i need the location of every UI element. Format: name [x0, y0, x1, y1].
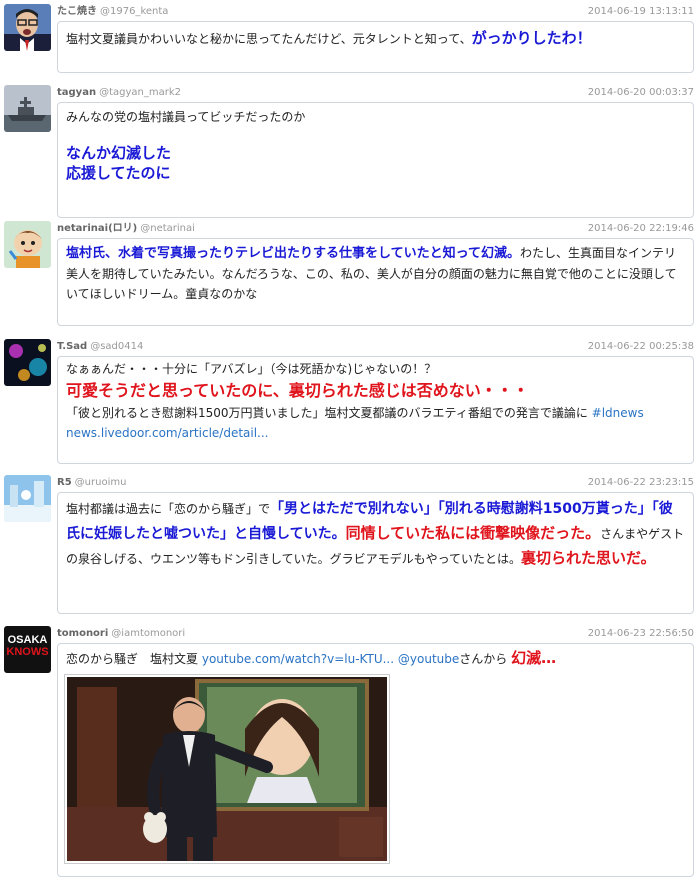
user-name[interactable]: tomonori — [57, 628, 108, 639]
tweet-text-line1: なぁぁんだ・・・十分に「アバズレ」（今は死語かな)じゃないの！？ — [66, 362, 437, 376]
tweet-emphasis: がっかりしたわ！ — [471, 29, 592, 47]
avatar-logo-line1: OSAKA — [7, 634, 48, 646]
tweet-text-line3: 「彼と別れるとき慰謝料1500万円貰いました」塩村文夏都議のバラエティ番組での発… — [66, 406, 588, 420]
tweet-text: 塩村文夏議員かわいいなと秘かに思ってたんだけど、元タレントと知って、 — [66, 32, 472, 46]
tweet-body: みんなの党の塩村議員ってビッチだったのか なんか幻滅した 応援してたのに — [57, 102, 694, 218]
tv-show-screenshot — [67, 677, 387, 861]
timestamp[interactable]: 2014-06-22 00:25:38 — [588, 340, 694, 354]
tweet-meta: T.Sad @sad0414 2014-06-22 00:25:38 — [57, 340, 694, 354]
user-name[interactable]: R5 — [57, 477, 72, 488]
tweet-meta: たこ焼き @1976_kenta 2014-06-19 13:13:11 — [57, 5, 694, 19]
tweet-meta: netarinai(ロリ) @netarinai 2014-06-20 22:19… — [57, 222, 694, 236]
user-handle[interactable]: @1976_kenta — [100, 6, 168, 17]
timestamp[interactable]: 2014-06-23 22:56:50 — [588, 627, 694, 641]
user-handle[interactable]: @iamtomonori — [111, 628, 185, 639]
tweet-emphasis: 幻滅… — [511, 649, 557, 667]
youtube-link[interactable]: youtube.com/watch?v=lu-KTU... — [202, 652, 394, 666]
tweet-body: 塩村文夏議員かわいいなと秘かに思ってたんだけど、元タレントと知って、がっかりした… — [57, 21, 694, 73]
user-name[interactable]: tagyan — [57, 87, 96, 98]
tweet-text-part1: 塩村都議は過去に「恋のから騒ぎ」で — [66, 502, 271, 516]
avatar-logo-text: OSAKA KNOWS — [4, 634, 51, 658]
user-handle[interactable]: @sad0414 — [90, 341, 143, 352]
user-name[interactable]: T.Sad — [57, 341, 87, 352]
tweet-meta: R5 @uruoimu 2014-06-22 23:23:15 — [57, 476, 694, 490]
tweet-text-part1: 恋のから騒ぎ 塩村文夏 — [66, 652, 199, 666]
tweet-body: 恋のから騒ぎ 塩村文夏 youtube.com/watch?v=lu-KTU..… — [57, 643, 694, 877]
tweet-text-line3: 応援してたのに — [66, 164, 171, 182]
hashtag-link[interactable]: #ldnews — [592, 406, 644, 420]
tweet-emphasis-red-1: 同情していた私には衝撃映像だった。 — [345, 524, 601, 542]
article-link[interactable]: news.livedoor.com/article/detail... — [66, 423, 685, 443]
tweet-emphasis: 塩村氏、水着で写真撮ったりテレビ出たりする仕事をしていたと知って幻滅。 — [66, 246, 520, 261]
tweet-meta: tagyan @tagyan_mark2 2014-06-20 00:03:37 — [57, 86, 694, 100]
user-name[interactable]: たこ焼き — [57, 6, 97, 17]
avatar-osaka-knows[interactable]: OSAKA KNOWS — [4, 626, 51, 673]
tweet-body: なぁぁんだ・・・十分に「アバズレ」（今は死語かな)じゃないの！？ 可愛そうだと思… — [57, 356, 694, 464]
tweet-image[interactable] — [64, 674, 390, 864]
timestamp[interactable]: 2014-06-20 00:03:37 — [588, 86, 694, 100]
user-handle[interactable]: @tagyan_mark2 — [99, 87, 181, 98]
avatar-man-glasses[interactable] — [4, 4, 51, 51]
tweet-text-line2: なんか幻滅した — [66, 144, 172, 162]
mention-link[interactable]: @youtube — [398, 652, 459, 666]
tweet-emphasis-red-2: 裏切られた思いだ。 — [521, 549, 656, 567]
tweet-body: 塩村氏、水着で写真撮ったりテレビ出たりする仕事をしていたと知って幻滅。わたし、生… — [57, 238, 694, 326]
timestamp[interactable]: 2014-06-22 23:23:15 — [588, 476, 694, 490]
tweet-text-line1: みんなの党の塩村議員ってビッチだったのか — [66, 110, 306, 124]
timestamp[interactable]: 2014-06-20 22:19:46 — [588, 222, 694, 236]
tweet-text-part2: さんから — [459, 652, 508, 666]
user-name[interactable]: netarinai(ロリ) — [57, 223, 137, 234]
avatar-cartoon-boy[interactable] — [4, 221, 51, 268]
timestamp[interactable]: 2014-06-19 13:13:11 — [588, 5, 694, 19]
tweet-body: 塩村都議は過去に「恋のから騒ぎ」で「男とはただで別れない」「別れる時慰謝料150… — [57, 492, 694, 614]
user-handle[interactable]: @uruoimu — [75, 477, 127, 488]
tweet-text-line2: 可愛そうだと思っていたのに、裏切られた感じは否めない・・・ — [66, 381, 529, 400]
avatar-night-lights[interactable] — [4, 339, 51, 386]
user-handle[interactable]: @netarinai — [140, 223, 195, 234]
avatar-ship[interactable] — [4, 85, 51, 132]
avatar-winter-scene[interactable] — [4, 475, 51, 522]
avatar-logo-line2: KNOWS — [6, 646, 49, 658]
tweet-meta: tomonori @iamtomonori 2014-06-23 22:56:50 — [57, 627, 694, 641]
